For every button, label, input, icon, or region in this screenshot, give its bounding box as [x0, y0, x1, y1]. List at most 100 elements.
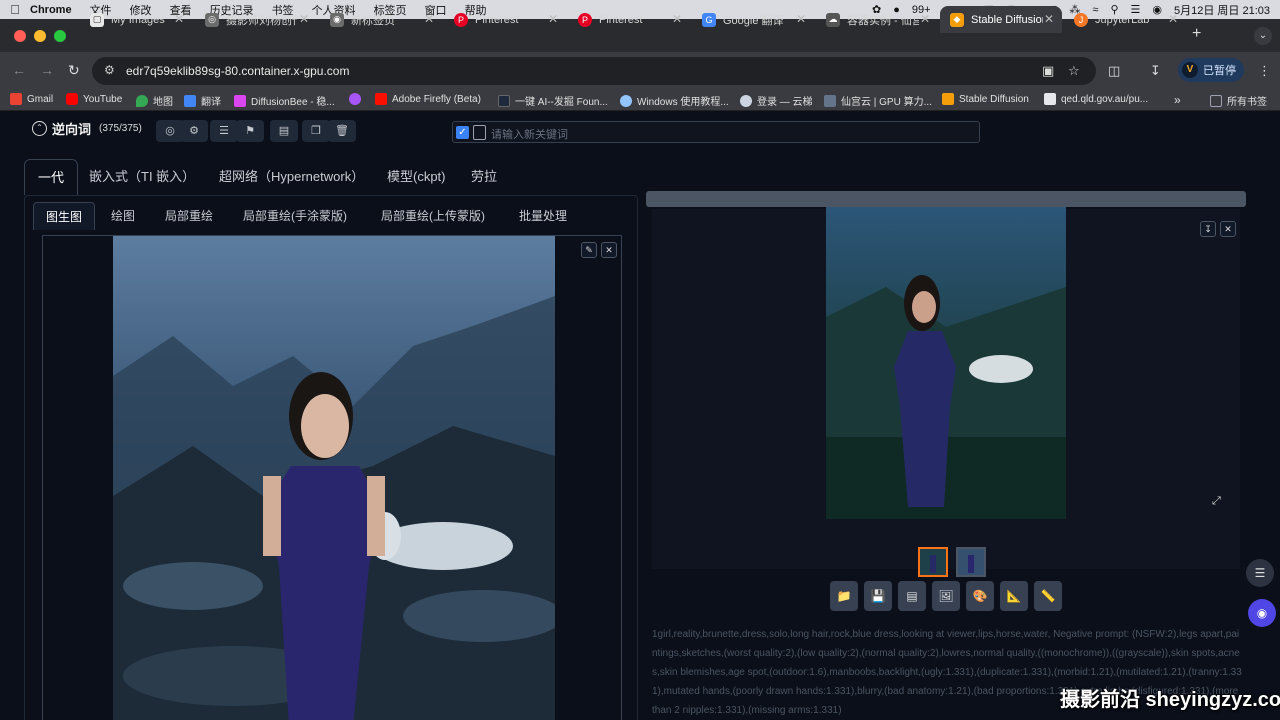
send-to-sketch-icon[interactable]: 📏 [1034, 581, 1062, 611]
bookmark-gmail[interactable]: Gmail [10, 93, 53, 105]
tab-jupyterlab[interactable]: J JupyterLab ✕ [1064, 6, 1186, 33]
tab-label: 容器实例 - 仙宫 [847, 14, 919, 27]
bookmarks-overflow-icon[interactable]: » [1174, 93, 1181, 107]
bookmark-all[interactable]: 所有书签 [1210, 93, 1267, 108]
bookmark-firefly[interactable]: Adobe Firefly (Beta) [375, 93, 481, 105]
tab-google-translate[interactable]: G Google 翻译 ✕ [692, 6, 814, 33]
back-arrow-icon[interactable]: ← [12, 62, 26, 78]
close-icon[interactable]: ✕ [1168, 12, 1178, 26]
bookmarks-bar: Gmail YouTube 地图 翻译 DiffusionBee - 稳... … [0, 89, 1280, 111]
download-icon[interactable]: ↧ [1200, 221, 1216, 237]
thumbnail-1[interactable] [918, 547, 948, 577]
close-icon[interactable]: ✕ [601, 242, 617, 258]
subtab-batch[interactable]: 批量处理 [507, 202, 579, 230]
keyword-input-box[interactable]: ✓ 请输入新关键词 [452, 121, 980, 143]
subtab-sketch[interactable]: 绘图 [99, 202, 147, 230]
bookmark-qed[interactable]: qed.qld.gov.au/pu... [1044, 93, 1148, 105]
output-image[interactable] [826, 207, 1066, 519]
extensions-icon[interactable]: ◫ [1108, 63, 1120, 79]
bookmark-ai-foun[interactable]: 一键 AI--发掘 Foun... [498, 93, 608, 108]
close-window-button[interactable] [14, 30, 26, 42]
tab-pinterest-2[interactable]: P Pinterest ✕ [568, 6, 690, 33]
fullscreen-icon[interactable]: ⤢ [1212, 495, 1221, 508]
checkbox-checked[interactable]: ✓ [456, 126, 469, 139]
menu-app-name[interactable]: Chrome [30, 4, 72, 16]
tab-generation[interactable]: 一代 [24, 159, 79, 195]
copy-tool-button[interactable]: ❐ [302, 120, 330, 142]
reload-icon[interactable]: ↻ [68, 62, 80, 79]
close-icon[interactable]: ✕ [299, 12, 309, 26]
tab-pinterest-1[interactable]: P Pinterest ✕ [444, 6, 566, 33]
bookmark-label: 翻译 [201, 97, 221, 108]
menubar-datetime[interactable]: 5月12日 周日 21:03 [1174, 2, 1270, 18]
bookmark-diffusionbee[interactable]: DiffusionBee - 稳... [234, 93, 335, 108]
bookmark-translate[interactable]: 翻译 [184, 93, 221, 108]
more-menu-icon[interactable]: ⋮ [1258, 63, 1271, 79]
minimize-window-button[interactable] [34, 30, 46, 42]
adobe-icon [375, 93, 387, 105]
download-icon[interactable]: ↧ [1150, 63, 1161, 79]
bookmark-stable-diffusion[interactable]: Stable Diffusion [942, 93, 1029, 105]
tab-my-images[interactable]: ▢ My Images ✕ [80, 6, 192, 33]
subtab-inpaint-upload[interactable]: 局部重绘(上传蒙版) [369, 202, 497, 230]
settings-gear-button[interactable]: ⚙ [180, 120, 208, 142]
close-icon[interactable]: ✕ [424, 12, 434, 26]
bookmark-maps[interactable]: 地图 [136, 93, 173, 108]
forward-arrow-icon[interactable]: → [40, 62, 54, 78]
zoom-window-button[interactable] [54, 30, 66, 42]
windows-icon [620, 94, 632, 107]
open-folder-icon[interactable]: 📁 [830, 581, 858, 611]
tab-hypernetwork[interactable]: 超网络（Hypernetwork） [206, 159, 377, 195]
apple-icon[interactable]:  [0, 2, 30, 17]
input-image-canvas[interactable]: ✎ ✕ [42, 235, 622, 720]
close-icon[interactable]: ✕ [672, 12, 682, 26]
profile-paused-button[interactable]: V 已暂停 [1178, 58, 1244, 82]
subtab-inpaint[interactable]: 局部重绘 [153, 202, 225, 230]
new-tab-button[interactable]: + [1192, 25, 1201, 43]
address-url[interactable]: edr7q59eklib89sg-80.container.x-gpu.com [126, 64, 349, 78]
text-tool-button[interactable]: ▤ [270, 120, 298, 142]
thumbnail-2[interactable] [956, 547, 986, 577]
tab-search-chevron-icon[interactable]: ⌄ [1254, 27, 1272, 45]
assistant-float-icon[interactable]: ◉ [1248, 599, 1276, 627]
subtab-inpaint-sketch[interactable]: 局部重绘(手涂蒙版) [231, 202, 359, 230]
site-info-icon[interactable]: ⚙ [104, 63, 115, 77]
close-icon[interactable]: ✕ [1044, 12, 1054, 26]
subtab-img2img[interactable]: 图生图 [33, 202, 96, 230]
tab-stable-diffusion[interactable]: ◆ Stable Diffusion ✕ [940, 6, 1062, 33]
save-icon[interactable]: 💾 [864, 581, 892, 611]
thumbnail-strip [918, 547, 986, 577]
tab-lora[interactable]: 劳拉 [458, 159, 510, 195]
tab-container-instance[interactable]: ☁ 容器实例 - 仙宫 ✕ [816, 6, 938, 33]
translate-page-icon[interactable]: ▣ [1042, 63, 1054, 79]
close-icon[interactable]: ✕ [174, 12, 184, 26]
edit-pencil-icon[interactable]: ✎ [581, 242, 597, 258]
send-to-inpaint-icon[interactable]: 🎨 [966, 581, 994, 611]
folder-icon [1210, 94, 1222, 107]
bookmark-xiangongyun[interactable]: 仙宫云 | GPU 算力... [824, 93, 932, 108]
zip-icon[interactable]: ▤ [898, 581, 926, 611]
close-icon[interactable]: ✕ [920, 12, 930, 26]
bookmark-tool-button[interactable]: ⚑ [236, 120, 264, 142]
trash-icon[interactable]: 🗑 [328, 120, 356, 142]
bookmark-unnamed[interactable] [349, 93, 366, 105]
map-pin-icon [136, 94, 148, 107]
tab-textual-inversion[interactable]: 嵌入式（TI 嵌入） [76, 159, 208, 195]
send-to-img2img-icon[interactable]: 🖼 [932, 581, 960, 611]
list-tool-button[interactable]: ☰ [210, 120, 238, 142]
bookmark-star-icon[interactable]: ☆ [1068, 63, 1080, 79]
close-icon[interactable]: ✕ [796, 12, 806, 26]
tab-photographer[interactable]: ◎ 摄影师刘杨创作 ✕ [195, 6, 317, 33]
close-icon[interactable]: ✕ [1220, 221, 1236, 237]
send-to-extras-icon[interactable]: 📐 [1000, 581, 1028, 611]
address-bar[interactable]: ⚙ edr7q59eklib89sg-80.container.x-gpu.co… [92, 57, 1096, 85]
tab-new-tab[interactable]: ◉ 新标签页 ✕ [320, 6, 442, 33]
bookmark-youtube[interactable]: YouTube [66, 93, 122, 105]
tab-checkpoint[interactable]: 模型(ckpt) [374, 159, 459, 195]
tab-label: Google 翻译 [723, 14, 784, 27]
bookmark-windows-tutorial[interactable]: Windows 使用教程... [620, 93, 729, 108]
collapse-chevron-up-icon[interactable]: ⌃ [32, 121, 47, 136]
close-icon[interactable]: ✕ [548, 12, 558, 26]
translate-float-icon[interactable]: ☰ [1246, 559, 1274, 587]
bookmark-yunti[interactable]: 登录 — 云梯 [740, 93, 813, 108]
